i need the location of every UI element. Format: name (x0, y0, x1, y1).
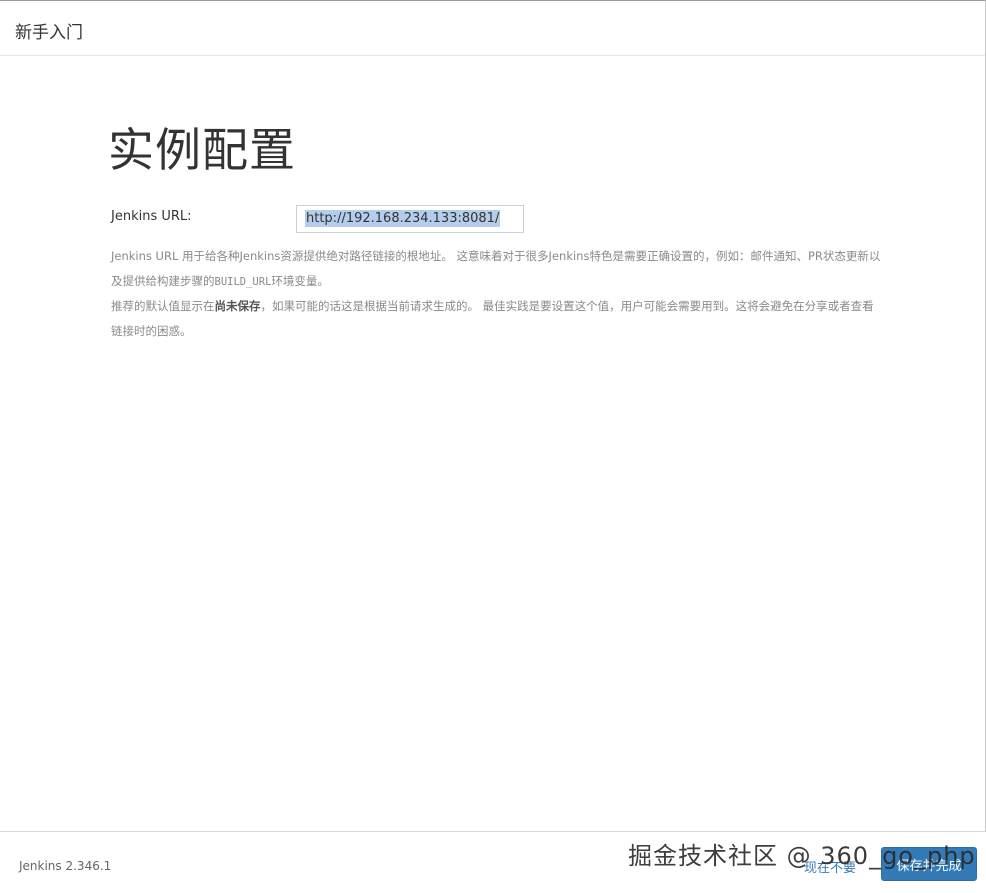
help-text-url-purpose: Jenkins URL 用于给各种Jenkins资源提供绝对路径链接的根地址。 … (111, 244, 881, 295)
help-text-default-value-start: 推荐的默认值显示在 (111, 299, 215, 313)
build-url-code: BUILD_URL (214, 276, 272, 288)
page-header-title: 新手入门 (15, 23, 83, 43)
skip-link[interactable]: 现在不要 (804, 857, 856, 876)
jenkins-version: Jenkins 2.346.1 (19, 859, 112, 873)
jenkins-url-value: http://192.168.234.133:8081/ (305, 210, 501, 227)
jenkins-url-input[interactable]: http://192.168.234.133:8081/ (296, 205, 524, 233)
help-text-url-purpose-end: 环境变量。 (271, 274, 329, 288)
page-title: 实例配置 (108, 123, 296, 177)
footer-bar: Jenkins 2.346.1 现在不要 保存并完成 (0, 831, 986, 893)
jenkins-url-label: Jenkins URL: (111, 209, 192, 224)
help-text-default-value: 推荐的默认值显示在尚未保存，如果可能的话这是根据当前请求生成的。 最佳实践是要设… (111, 294, 881, 344)
save-and-finish-button[interactable]: 保存并完成 (881, 847, 977, 881)
not-saved-emphasis: 尚未保存 (214, 299, 261, 313)
top-bar: 新手入门 (0, 0, 986, 56)
